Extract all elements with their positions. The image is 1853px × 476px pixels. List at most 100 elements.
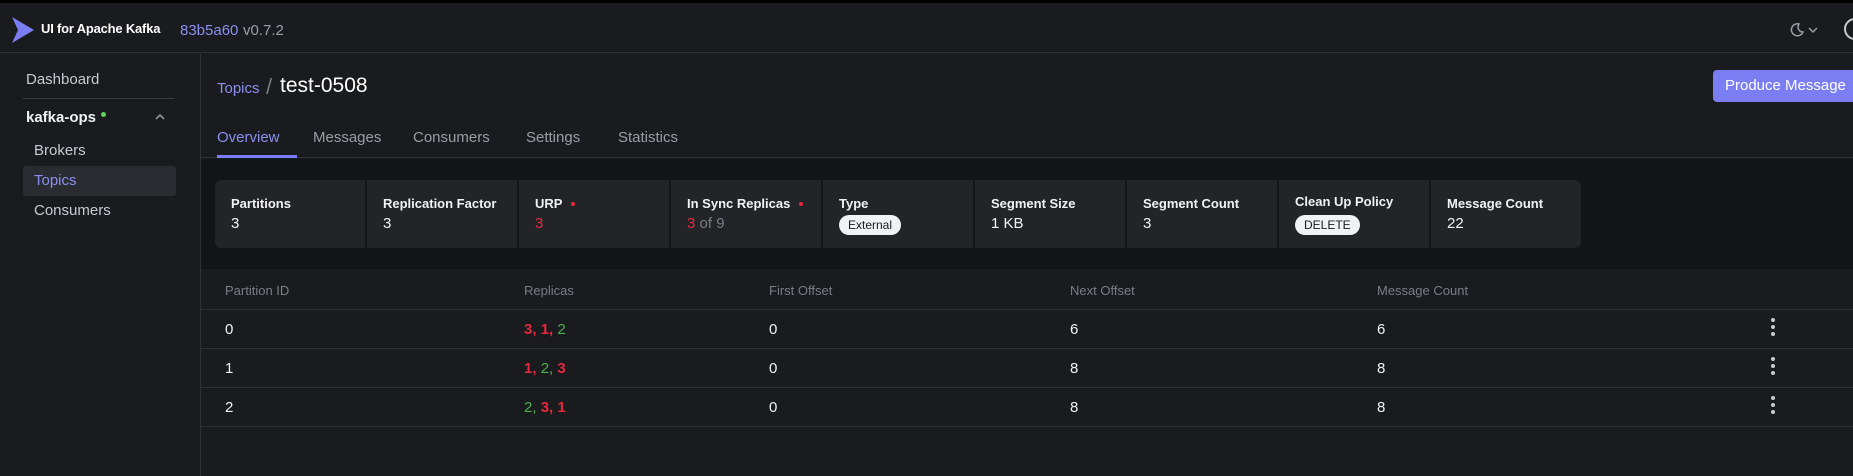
partition-id: 0 [225, 321, 234, 338]
in-sync-count: 3 [687, 215, 696, 232]
column-header-replicas: Replicas [524, 283, 574, 298]
message-count: 6 [1377, 321, 1386, 338]
top-navbar: UI for Apache Kafka 83b5a60 v0.7.2 [0, 3, 1853, 53]
alert-dot [799, 201, 804, 206]
metric-label: Clean Up Policy [1295, 194, 1394, 209]
metric-value: 22 [1447, 215, 1464, 232]
tab-settings[interactable]: Settings [526, 129, 580, 146]
metric-in-sync-replicas: In Sync Replicas 3 of 9 [671, 180, 821, 248]
table-row: 1 1, 2, 3 0 8 8 [201, 349, 1853, 388]
partition-id: 1 [225, 360, 234, 377]
partition-id: 2 [225, 399, 234, 416]
column-header-next-offset: Next Offset [1070, 283, 1135, 298]
in-sync-total: of 9 [699, 215, 725, 232]
moon-icon [1790, 23, 1804, 37]
replicas-cell: 3, 1, 2 [524, 321, 566, 338]
metric-value: 3 [1143, 215, 1152, 232]
page-title: test-0508 [280, 74, 368, 97]
metric-partitions: Partitions 3 [215, 180, 365, 248]
sidebar-divider [23, 98, 175, 99]
app-title[interactable]: UI for Apache Kafka [41, 21, 160, 36]
kebab-menu-icon[interactable] [1769, 317, 1777, 337]
metric-label: URP [535, 196, 576, 211]
partitions-table-header: Partition ID Replicas First Offset Next … [201, 270, 1853, 310]
next-offset: 8 [1070, 399, 1079, 416]
sidebar-item-brokers[interactable]: Brokers [23, 136, 176, 166]
replica-id: 3 [540, 399, 550, 416]
next-offset: 8 [1070, 360, 1079, 377]
metric-label: Segment Count [1143, 196, 1240, 211]
version-number: v0.7.2 [243, 22, 284, 39]
replicas-cell: 2, 3, 1 [524, 399, 566, 416]
column-header-message-count: Message Count [1377, 283, 1469, 298]
replica-separator: , [532, 360, 541, 377]
cluster-toggle[interactable]: kafka-ops [26, 109, 107, 126]
sidebar-item-dashboard[interactable]: Dashboard [26, 71, 99, 88]
metric-value: 3 of 9 [687, 215, 725, 232]
first-offset: 0 [769, 360, 778, 377]
breadcrumb-topics-link[interactable]: Topics [217, 80, 260, 97]
chevron-up-icon[interactable] [154, 112, 166, 122]
tab-consumers[interactable]: Consumers [413, 129, 490, 146]
sidebar: Dashboard kafka-ops Brokers Topics Consu… [0, 54, 201, 476]
metric-value: 3 [535, 215, 544, 232]
metric-segment-count: Segment Count 3 [1127, 180, 1277, 248]
table-row: 0 3, 1, 2 0 6 6 [201, 310, 1853, 349]
metric-segment-size: Segment Size 1 KB [975, 180, 1125, 248]
cluster-status-dot [101, 112, 107, 117]
metric-label: Segment Size [991, 196, 1076, 211]
first-offset: 0 [769, 399, 778, 416]
replica-id: 2 [540, 360, 550, 377]
replica-id: 1 [540, 321, 550, 338]
metric-label-text: URP [535, 196, 563, 211]
kafka-logo-icon[interactable] [10, 16, 36, 44]
alert-dot [571, 201, 576, 206]
replica-id: 3 [557, 360, 566, 377]
next-offset: 6 [1070, 321, 1079, 338]
first-offset: 0 [769, 321, 778, 338]
github-icon[interactable] [1843, 17, 1853, 41]
metric-label: In Sync Replicas [687, 196, 804, 211]
metric-cleanup-policy: Clean Up Policy DELETE [1279, 180, 1429, 248]
table-row: 2 2, 3, 1 0 8 8 [201, 388, 1853, 427]
chevron-down-icon [1808, 27, 1818, 34]
replica-separator: , [532, 321, 541, 338]
metric-replication-factor: Replication Factor 3 [367, 180, 517, 248]
metric-label-text: In Sync Replicas [687, 196, 791, 211]
kebab-menu-icon[interactable] [1769, 395, 1777, 415]
message-count: 8 [1377, 399, 1386, 416]
metric-label: Message Count [1447, 196, 1544, 211]
tab-statistics[interactable]: Statistics [618, 129, 678, 146]
metric-label: Type [839, 196, 869, 211]
metric-message-count: Message Count 22 [1431, 180, 1581, 248]
metric-type: Type External [823, 180, 973, 248]
metrics-section: Partitions 3 Replication Factor 3 URP 3 … [201, 159, 1853, 269]
version-hash-link[interactable]: 83b5a60 [180, 22, 238, 39]
tab-overview[interactable]: Overview [217, 129, 280, 146]
sidebar-item-topics[interactable]: Topics [23, 166, 176, 196]
tab-messages[interactable]: Messages [313, 129, 381, 146]
replica-id: 2 [557, 321, 566, 338]
message-count: 8 [1377, 360, 1386, 377]
type-badge: External [839, 215, 902, 235]
theme-toggle[interactable] [1790, 20, 1822, 40]
cleanup-policy-badge: DELETE [1295, 215, 1360, 235]
metric-value: 3 [231, 215, 240, 232]
topic-tabs: Overview Messages Consumers Settings Sta… [201, 118, 1853, 158]
metric-label: Replication Factor [383, 196, 497, 211]
metric-label: Partitions [231, 196, 291, 211]
metric-urp: URP 3 [519, 180, 669, 248]
replicas-cell: 1, 2, 3 [524, 360, 566, 377]
replica-separator: , [532, 399, 541, 416]
kebab-menu-icon[interactable] [1769, 356, 1777, 376]
cluster-name: kafka-ops [26, 109, 97, 126]
metric-value: 1 KB [991, 215, 1024, 232]
column-header-partition-id: Partition ID [225, 283, 290, 298]
metric-value: 3 [383, 215, 392, 232]
active-tab-indicator [217, 155, 297, 158]
column-header-first-offset: First Offset [769, 283, 833, 298]
sidebar-item-consumers[interactable]: Consumers [23, 196, 176, 226]
replica-id: 1 [557, 399, 566, 416]
produce-message-button[interactable]: Produce Message [1713, 70, 1853, 102]
breadcrumb-separator: / [266, 74, 273, 99]
